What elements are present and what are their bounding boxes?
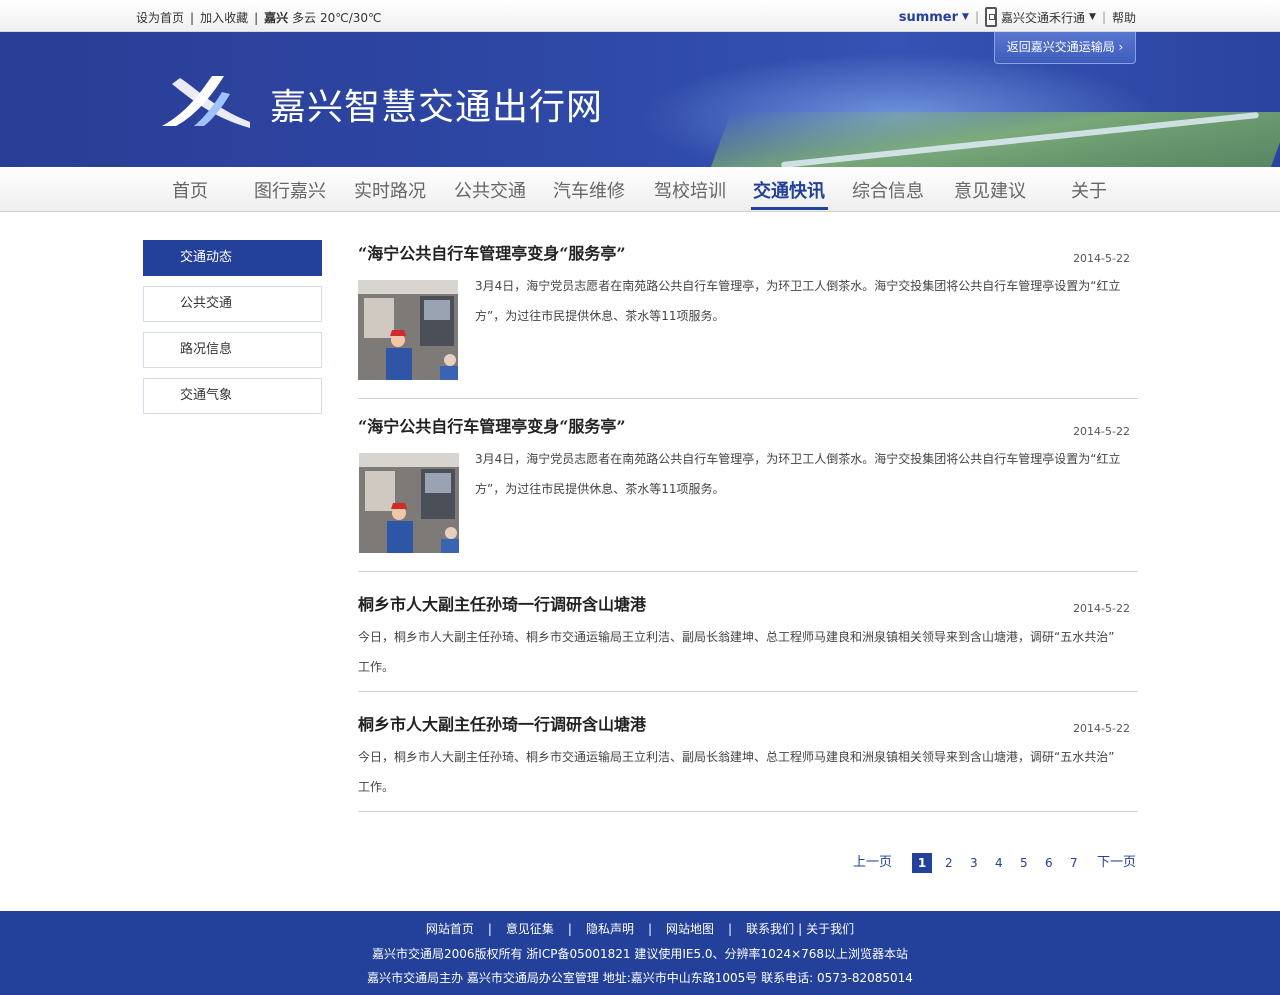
news-title[interactable]: 桐乡市人大副主任孙琦一行调研含山塘港 — [358, 591, 646, 615]
top-right-links: summer ▼ | 嘉兴交通禾行通 ▼ | 帮助 — [899, 7, 1136, 27]
news-item: 桐乡市人大副主任孙琦一行调研含山塘港 2014-5-22 今日，桐乡市人大副主任… — [358, 711, 1138, 812]
divider: | — [647, 922, 653, 936]
nav-item-driving-school[interactable]: 驾校培训 — [654, 177, 726, 203]
top-utility-bar: 设为首页 | 加入收藏 | 嘉兴 多云 20℃/30℃ summer ▼ | 嘉兴交通禾行… — [0, 0, 1280, 32]
footer-link-privacy[interactable]: 隐私声明 — [586, 920, 634, 937]
news-item: “海宁公共自行车管理亭变身“服务亭” 2014-5-22 3月4日，海宁党员志愿… — [358, 240, 1138, 399]
nav-item-general-info[interactable]: 综合信息 — [852, 177, 924, 203]
footer: 网站首页 | 意见征集 | 隐私声明 | 网站地图 | 联系我们 | 关于我们 嘉兴市交通局2006… — [0, 911, 1280, 995]
news-summary: 今日，桐乡市人大副主任孙琦、桐乡市交通运输局王立利洁、副局长翁建坤、总工程师马建… — [358, 742, 1138, 802]
news-date: 2014-5-22 — [1073, 252, 1130, 265]
news-date: 2014-5-22 — [1073, 722, 1130, 735]
news-item: 桐乡市人大副主任孙琦一行调研含山塘港 2014-5-22 今日，桐乡市人大副主任… — [358, 591, 1138, 692]
divider: | — [567, 922, 572, 936]
news-date: 2014-5-22 — [1073, 602, 1130, 615]
add-favorite-link[interactable]: 加入收藏 — [200, 9, 248, 26]
pagination: 上一页 1 2 3 4 5 6 7 下一页 — [0, 853, 1280, 873]
news-summary: 今日，桐乡市人大副主任孙琦、桐乡市交通运输局王立利洁、副局长翁建坤、总工程师马建… — [358, 622, 1138, 682]
news-summary-line: 今日，桐乡市人大副主任孙琦、桐乡市交通运输局王立利洁、副局长翁建坤、总工程师马建… — [358, 630, 1115, 644]
main-nav: 首页 图行嘉兴 实时路况 公共交通 汽车维修 驾校培训 交通快讯 综合信息 意见… — [0, 167, 1280, 212]
nav-item-about[interactable]: 关于 — [1071, 177, 1107, 203]
chevron-down-icon[interactable]: ▼ — [962, 12, 969, 22]
sidebar-item-traffic-updates[interactable]: 交通动态 — [143, 240, 322, 276]
news-summary-line: 工作。 — [358, 660, 395, 674]
news-date: 2014-5-22 — [1073, 425, 1130, 438]
news-summary-line: 3月4日，海宁党员志愿者在南苑路公共自行车管理亭，为环卫工人倒茶水。海宁交投集团… — [475, 279, 1121, 293]
page-number[interactable]: 7 — [1070, 853, 1078, 873]
sidebar-item-traffic-weather[interactable]: 交通气象 — [143, 378, 322, 414]
footer-link-about[interactable]: 关于我们 — [806, 920, 854, 937]
page-number[interactable]: 6 — [1045, 853, 1053, 873]
city-name: 嘉兴 — [264, 11, 289, 25]
divider: | — [798, 922, 803, 936]
news-item: “海宁公共自行车管理亭变身“服务亭” 2014-5-22 3月4日，海宁党员志愿… — [358, 413, 1138, 572]
nav-item-car-repair[interactable]: 汽车维修 — [553, 177, 625, 203]
help-link[interactable]: 帮助 — [1112, 9, 1136, 26]
news-summary: 3月4日，海宁党员志愿者在南苑路公共自行车管理亭，为环卫工人倒茶水。海宁交投集团… — [475, 271, 1135, 331]
divider: | — [728, 922, 733, 936]
set-home-link[interactable]: 设为首页 — [136, 9, 184, 26]
divider: | — [190, 11, 195, 25]
site-logo-icon[interactable] — [158, 72, 254, 130]
weather-text: 多云 20℃/30℃ — [292, 11, 382, 25]
news-summary-line: 方”，为过往市民提供休息、茶水等11项服务。 — [475, 309, 725, 323]
footer-links: 网站首页 | 意见征集 | 隐私声明 | 网站地图 | 联系我们 | 关于我们 — [0, 920, 1280, 937]
top-left-links: 设为首页 | 加入收藏 | 嘉兴 多云 20℃/30℃ — [136, 9, 382, 26]
footer-link-contact[interactable]: 联系我们 — [746, 920, 794, 937]
prev-page-button[interactable]: 上一页 — [853, 853, 892, 873]
footer-link-sitemap[interactable]: 网站地图 — [666, 920, 714, 937]
page-number-current[interactable]: 1 — [912, 853, 932, 873]
news-summary-line: 3月4日，海宁党员志愿者在南苑路公共自行车管理亭，为环卫工人倒茶水。海宁交投集团… — [475, 452, 1121, 466]
mobile-phone-icon — [985, 7, 997, 27]
nav-item-map[interactable]: 图行嘉兴 — [254, 177, 326, 203]
next-page-button[interactable]: 下一页 — [1097, 853, 1136, 873]
sidebar-item-public-transport[interactable]: 公共交通 — [143, 286, 322, 322]
divider: | — [974, 10, 979, 24]
divider: | — [487, 922, 492, 936]
sidebar-item-road-info[interactable]: 路况信息 — [143, 332, 322, 368]
news-summary-line: 工作。 — [358, 780, 395, 794]
news-summary-line: 方”，为过往市民提供休息、茶水等11项服务。 — [475, 482, 725, 496]
nav-active-indicator — [751, 207, 828, 210]
nav-item-suggestions[interactable]: 意见建议 — [954, 177, 1026, 203]
nav-item-traffic[interactable]: 实时路况 — [354, 177, 426, 203]
nav-item-traffic-news[interactable]: 交通快讯 — [753, 177, 825, 203]
news-summary-line: 今日，桐乡市人大副主任孙琦、桐乡市交通运输局王立利洁、副局长翁建坤、总工程师马建… — [358, 750, 1115, 764]
news-title[interactable]: “海宁公共自行车管理亭变身“服务亭” — [358, 413, 626, 437]
news-thumbnail-image[interactable] — [359, 453, 459, 553]
page-number[interactable]: 3 — [970, 853, 978, 873]
footer-link-home[interactable]: 网站首页 — [426, 920, 474, 937]
nav-item-public-transport[interactable]: 公共交通 — [454, 177, 526, 203]
news-title[interactable]: 桐乡市人大副主任孙琦一行调研含山塘港 — [358, 711, 646, 735]
header-banner: 嘉兴智慧交通出行网 返回嘉兴交通运输局 › — [0, 32, 1280, 167]
footer-copyright: 嘉兴市交通局2006版权所有 浙ICP备05001821 建议使用IE5.0、分… — [371, 947, 909, 961]
nav-item-home[interactable]: 首页 — [172, 177, 208, 203]
footer-address: 嘉兴市交通局主办 嘉兴市交通局办公室管理 地址:嘉兴市中山东路1005号 联系电… — [367, 971, 913, 985]
footer-link-feedback[interactable]: 意见征集 — [506, 920, 554, 937]
page-number[interactable]: 4 — [995, 853, 1003, 873]
page-number[interactable]: 2 — [945, 853, 953, 873]
news-summary: 3月4日，海宁党员志愿者在南苑路公共自行车管理亭，为环卫工人倒茶水。海宁交投集团… — [475, 444, 1135, 504]
app-menu[interactable]: 嘉兴交通禾行通 — [1001, 9, 1085, 26]
username-menu[interactable]: summer — [899, 10, 958, 25]
page-number[interactable]: 5 — [1020, 853, 1028, 873]
back-to-bureau-button[interactable]: 返回嘉兴交通运输局 › — [994, 32, 1136, 64]
divider: | — [254, 11, 259, 25]
divider: | — [1101, 10, 1106, 24]
news-title[interactable]: “海宁公共自行车管理亭变身“服务亭” — [358, 240, 626, 264]
chevron-down-icon[interactable]: ▼ — [1089, 12, 1096, 22]
site-title: 嘉兴智慧交通出行网 — [270, 87, 604, 128]
news-thumbnail-image[interactable] — [358, 280, 458, 380]
